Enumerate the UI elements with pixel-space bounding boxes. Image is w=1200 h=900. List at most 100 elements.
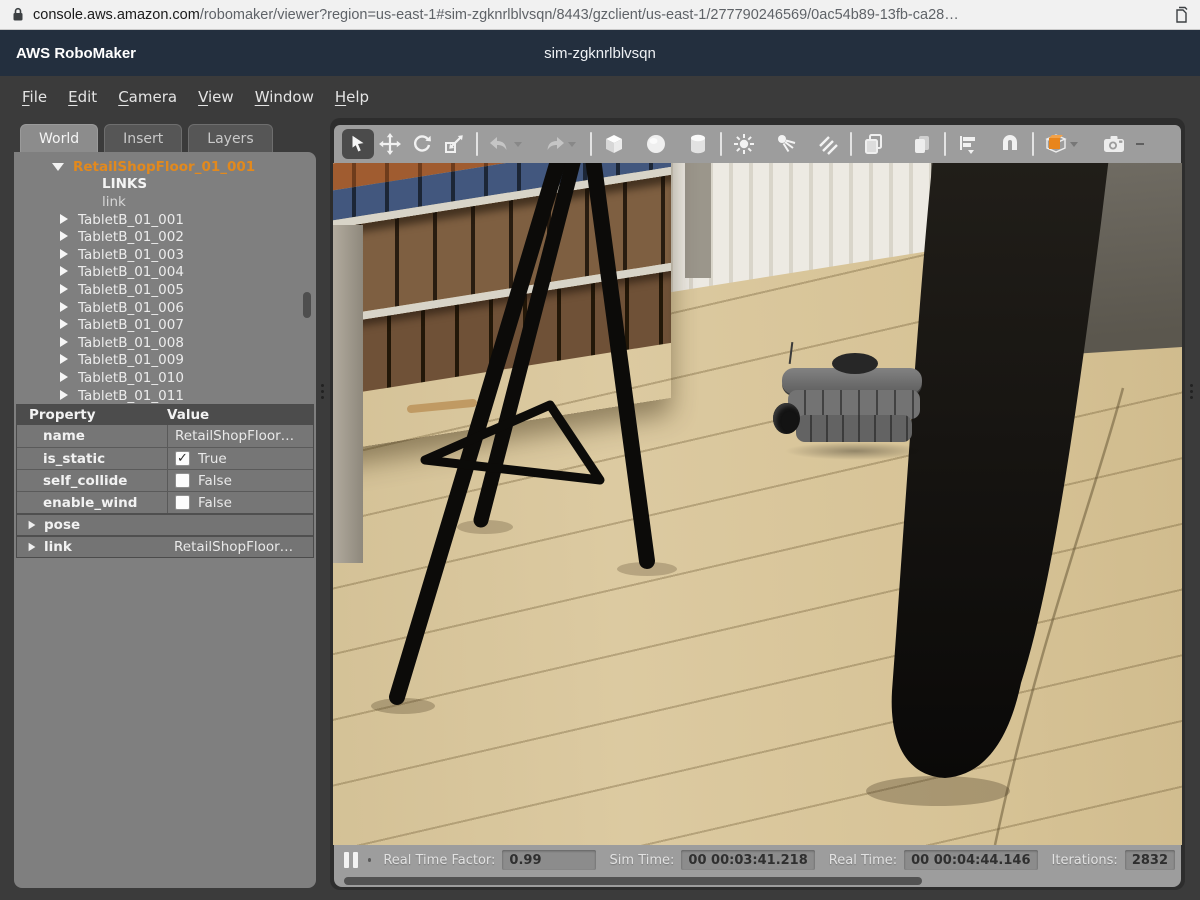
tree-item[interactable]: TabletB_01_002 — [14, 228, 316, 246]
menu-help[interactable]: Help — [335, 88, 369, 106]
align-icon — [956, 132, 980, 156]
scale-tool-button[interactable] — [438, 129, 470, 159]
url-text: console.aws.amazon.com/robomaker/viewer?… — [33, 7, 959, 23]
rtf-label: Real Time Factor: — [383, 853, 495, 868]
tree-link-item[interactable]: link — [14, 193, 316, 211]
sim-time-value: 00 00:03:41.218 — [681, 850, 814, 870]
self-collide-checkbox[interactable] — [175, 473, 190, 488]
insert-cylinder-button[interactable] — [682, 129, 714, 159]
redo-dropdown-caret-icon[interactable] — [568, 142, 576, 147]
sun-icon — [732, 132, 756, 156]
view-angle-dropdown-caret-icon[interactable] — [1070, 142, 1078, 147]
viewport-resize-handle[interactable] — [1188, 384, 1194, 399]
expand-caret-icon[interactable] — [60, 370, 68, 386]
tree-item[interactable]: TabletB_01_001 — [14, 211, 316, 229]
expand-caret-icon[interactable] — [60, 300, 68, 316]
cylinder-icon — [686, 132, 710, 156]
expand-caret-icon[interactable] — [29, 543, 36, 552]
world-panel: RetailShopFloor_01_001 LINKS link Tablet… — [14, 152, 316, 888]
horizontal-scrollbar[interactable] — [334, 875, 1181, 887]
browser-url-bar[interactable]: console.aws.amazon.com/robomaker/viewer?… — [0, 0, 1200, 30]
property-row-pose[interactable]: pose — [17, 513, 313, 535]
expand-caret-icon[interactable] — [60, 229, 68, 245]
property-row-enable-wind[interactable]: enable_wind False — [17, 491, 313, 513]
paste-button[interactable] — [906, 129, 938, 159]
insert-box-button[interactable] — [598, 129, 630, 159]
property-row-is-static[interactable]: is_static True — [17, 447, 313, 469]
rotate-tool-button[interactable] — [406, 129, 438, 159]
expand-caret-icon[interactable] — [60, 335, 68, 351]
expand-caret-icon[interactable] — [60, 212, 68, 228]
menu-window[interactable]: Window — [255, 88, 314, 106]
menu-view[interactable]: View — [198, 88, 234, 106]
horizontal-scrollbar-thumb[interactable] — [344, 877, 922, 885]
table-leg-pillar — [892, 163, 1109, 778]
undo-button[interactable] — [484, 129, 516, 159]
robot-shadow — [784, 442, 926, 460]
tree-item[interactable]: TabletB_01_009 — [14, 352, 316, 370]
expand-caret-icon[interactable] — [60, 264, 68, 280]
property-row-self-collide[interactable]: self_collide False — [17, 469, 313, 491]
screenshot-button[interactable] — [1098, 129, 1130, 159]
tab-layers[interactable]: Layers — [188, 124, 272, 153]
snap-button[interactable] — [994, 129, 1026, 159]
tree-scrollbar[interactable] — [303, 292, 311, 318]
scene-3d-canvas[interactable] — [333, 163, 1182, 845]
align-button[interactable] — [952, 129, 984, 159]
property-table-header: Property Value — [17, 405, 313, 425]
expand-caret-icon[interactable] — [29, 521, 36, 530]
tree-item[interactable]: TabletB_01_007 — [14, 316, 316, 334]
tree-item[interactable]: TabletB_01_006 — [14, 299, 316, 317]
move-icon — [378, 132, 402, 156]
menu-file[interactable]: File — [22, 88, 47, 106]
directional-light-button[interactable] — [812, 129, 844, 159]
gazebo-toolbar — [334, 125, 1181, 163]
spot-light-button[interactable] — [770, 129, 802, 159]
step-button[interactable] — [368, 858, 371, 862]
tree-item[interactable]: TabletB_01_003 — [14, 246, 316, 264]
expand-caret-icon[interactable] — [60, 282, 68, 298]
header-value: Value — [167, 407, 209, 423]
scale-icon — [442, 132, 466, 156]
expand-caret-icon[interactable] — [60, 247, 68, 263]
menu-edit[interactable]: Edit — [68, 88, 97, 106]
tree-item[interactable]: TabletB_01_010 — [14, 369, 316, 387]
tree-item[interactable]: TabletB_01_011 — [14, 387, 316, 405]
expand-caret-icon[interactable] — [60, 388, 68, 404]
redo-button[interactable] — [538, 129, 570, 159]
expand-caret-icon[interactable] — [60, 317, 68, 333]
enable-wind-checkbox[interactable] — [175, 495, 190, 510]
screenshot-dropdown-dash-icon[interactable] — [1136, 143, 1144, 145]
rtf-value: 0.99 — [502, 850, 595, 870]
cursor-icon — [347, 133, 369, 155]
panel-splitter-handle[interactable] — [319, 384, 325, 399]
undo-dropdown-caret-icon[interactable] — [514, 142, 522, 147]
menu-camera[interactable]: Camera — [118, 88, 177, 106]
camera-icon — [1101, 131, 1127, 157]
copy-icon — [862, 132, 886, 156]
tab-world[interactable]: World — [20, 124, 98, 153]
is-static-checkbox[interactable] — [175, 451, 190, 466]
toolbar-separator — [1032, 132, 1034, 156]
tree-item[interactable]: TabletB_01_008 — [14, 334, 316, 352]
point-light-button[interactable] — [728, 129, 760, 159]
real-time-value: 00 00:04:44.146 — [904, 850, 1037, 870]
robot-wheel — [773, 403, 800, 434]
property-row-link[interactable]: link RetailShopFloor… — [17, 535, 313, 557]
select-tool-button[interactable] — [342, 129, 374, 159]
copy-page-icon[interactable] — [1174, 6, 1188, 23]
view-angle-button[interactable] — [1040, 129, 1072, 159]
toolbar-separator — [720, 132, 722, 156]
tree-item[interactable]: TabletB_01_005 — [14, 281, 316, 299]
tree-root-item[interactable]: RetailShopFloor_01_001 — [14, 158, 316, 176]
pause-button[interactable] — [344, 852, 358, 868]
collapse-caret-icon[interactable] — [52, 159, 64, 175]
insert-sphere-button[interactable] — [640, 129, 672, 159]
tab-insert[interactable]: Insert — [104, 124, 182, 153]
expand-caret-icon[interactable] — [60, 352, 68, 368]
property-row-name[interactable]: name RetailShopFloor… — [17, 425, 313, 447]
translate-tool-button[interactable] — [374, 129, 406, 159]
tree-item[interactable]: TabletB_01_004 — [14, 264, 316, 282]
copy-button[interactable] — [858, 129, 890, 159]
spot-light-icon — [774, 132, 798, 156]
